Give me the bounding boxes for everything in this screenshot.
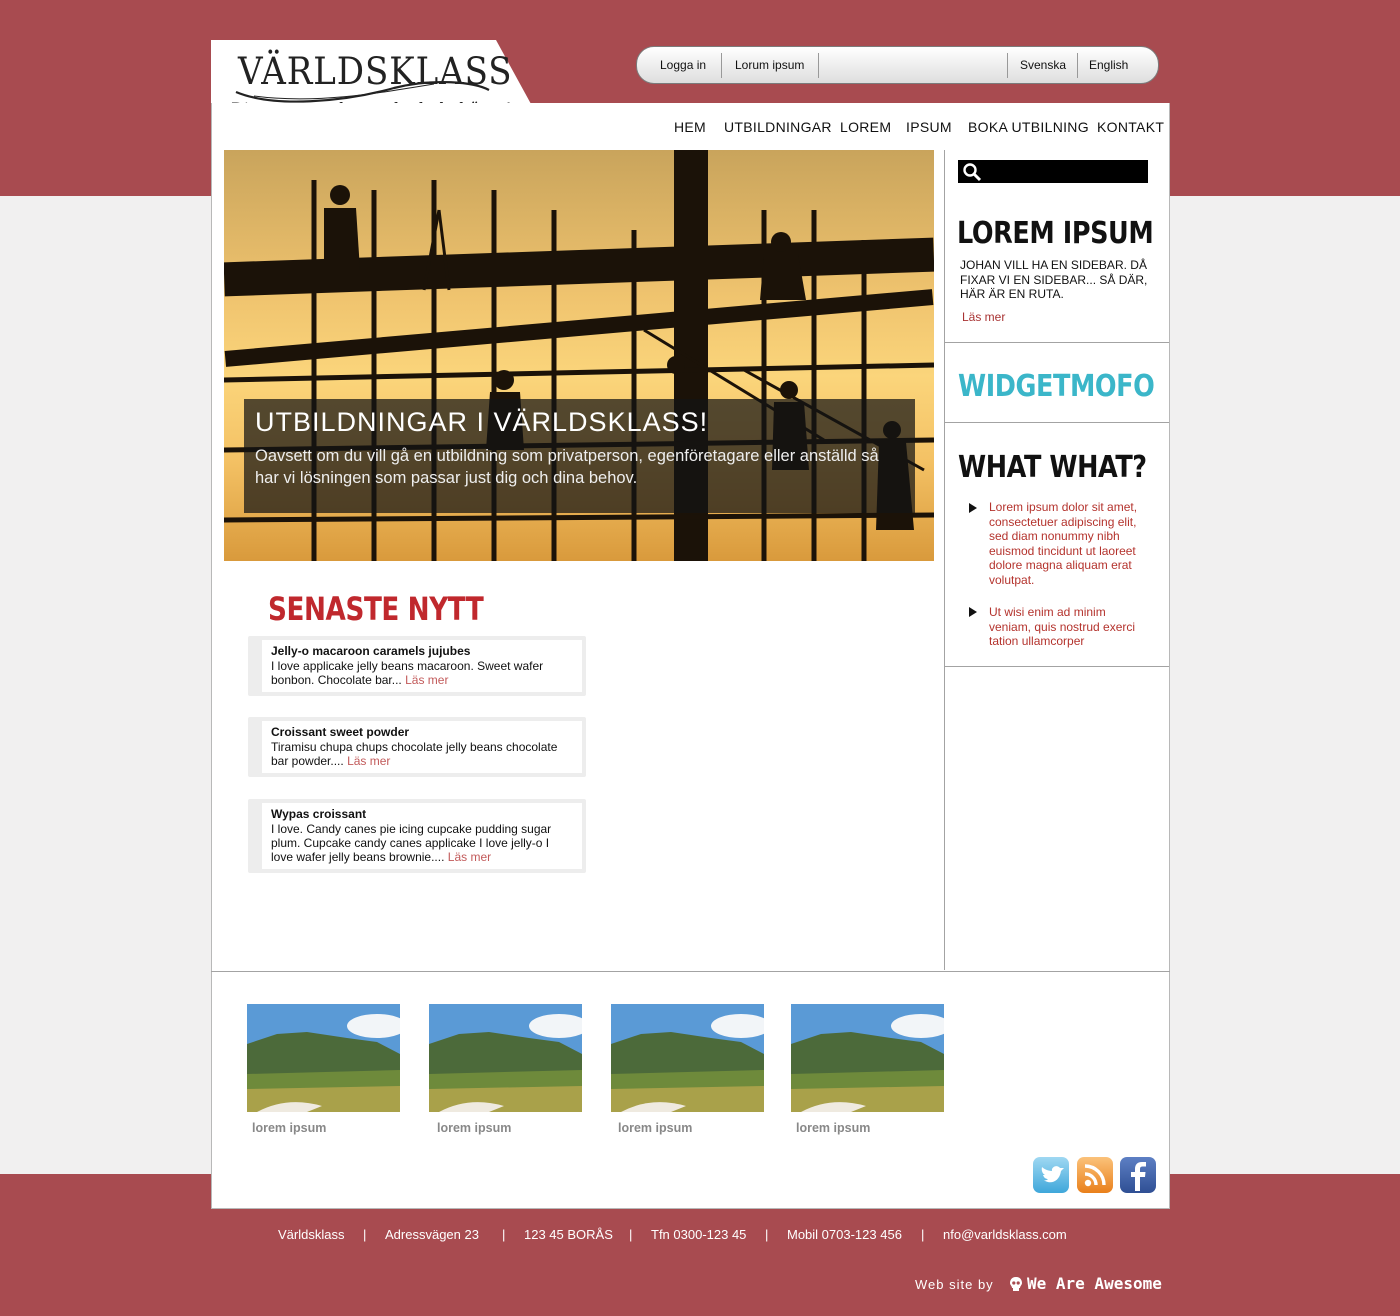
divider	[721, 53, 722, 78]
nav-item-hem[interactable]: HEM	[674, 119, 706, 135]
sidebar-heading-lorem: LOREM IPSUM	[957, 216, 1154, 251]
sidebar-list-item: Lorem ipsum dolor sit amet, consectetuer…	[989, 500, 1138, 587]
footer-phone: Tfn 0300-123 45	[651, 1227, 747, 1242]
gallery-caption[interactable]: lorem ipsum	[437, 1121, 511, 1135]
hero-banner[interactable]: UTBILDNINGAR I VÄRLDSKLASS! Oavsett om d…	[224, 150, 934, 561]
gallery-caption[interactable]: lorem ipsum	[252, 1121, 326, 1135]
bullet-arrow-icon	[969, 607, 977, 617]
sidebar-text: JOHAN VILL HA EN SIDEBAR. DÅ FIXAR VI EN…	[960, 258, 1148, 301]
divider	[818, 53, 819, 78]
footer-separator: |	[363, 1227, 367, 1242]
login-link[interactable]: Logga in	[660, 58, 706, 72]
news-item-text: I love. Candy canes pie icing cupcake pu…	[271, 822, 552, 864]
lang-english-link[interactable]: English	[1089, 58, 1128, 72]
skull-icon	[1010, 1277, 1022, 1291]
rss-icon[interactable]	[1077, 1157, 1113, 1193]
footer-email-link[interactable]: nfo@varldsklass.com	[943, 1227, 1067, 1242]
divider	[1007, 53, 1008, 78]
hero-text: Oavsett om du vill gå en utbildning som …	[255, 447, 879, 487]
news-read-more-link[interactable]: Läs mer	[405, 673, 448, 687]
landscape-image	[611, 1004, 764, 1112]
twitter-icon[interactable]	[1033, 1157, 1069, 1193]
footer-separator: |	[629, 1227, 633, 1242]
hero-title: UTBILDNINGAR I VÄRLDSKLASS!	[255, 407, 709, 437]
gallery-thumbnail[interactable]	[611, 1004, 764, 1112]
divider	[945, 422, 1169, 423]
news-item[interactable]: Jelly-o macaroon caramels jujubes I love…	[248, 636, 586, 696]
landscape-image	[429, 1004, 582, 1112]
news-item[interactable]: Wypas croissant I love. Candy canes pie …	[248, 799, 586, 873]
nav-item-ipsum[interactable]: IPSUM	[906, 119, 952, 135]
sidebar-heading-whatwhat: WHAT WHAT?	[958, 450, 1147, 485]
gallery-caption[interactable]: lorem ipsum	[618, 1121, 692, 1135]
news-item-text: Tiramisu chupa chups chocolate jelly bea…	[271, 740, 558, 768]
gallery-thumbnail[interactable]	[247, 1004, 400, 1112]
landscape-image	[791, 1004, 944, 1112]
lorum-link[interactable]: Lorum ipsum	[735, 58, 804, 72]
nav-item-boka[interactable]: BOKA UTBILNING	[968, 119, 1089, 135]
news-read-more-link[interactable]: Läs mer	[347, 754, 390, 768]
gallery-divider	[211, 971, 1170, 972]
credit-prefix: Web site by	[915, 1277, 994, 1292]
search-icon	[963, 163, 982, 182]
footer-mobile: Mobil 0703-123 456	[787, 1227, 902, 1242]
footer-separator: |	[502, 1227, 506, 1242]
nav-item-utbildningar[interactable]: UTBILDNINGAR	[724, 119, 832, 135]
divider	[945, 342, 1169, 343]
news-heading: SENASTE NYTT	[268, 590, 484, 628]
news-item[interactable]: Croissant sweet powder Tiramisu chupa ch…	[248, 717, 586, 777]
divider	[945, 666, 1169, 667]
search-input[interactable]	[958, 160, 1148, 183]
divider	[1077, 53, 1078, 78]
footer-separator: |	[921, 1227, 925, 1242]
facebook-icon[interactable]	[1120, 1157, 1156, 1193]
lang-svenska-link[interactable]: Svenska	[1020, 58, 1066, 72]
sidebar-list-item: Ut wisi enim ad minim veniam, quis nostr…	[989, 605, 1136, 648]
top-utility-bar: Logga in Lorum ipsum Svenska English	[636, 46, 1159, 84]
nav-item-lorem[interactable]: LOREM	[840, 119, 891, 135]
bullet-arrow-icon	[969, 503, 977, 513]
sidebar-read-more-link[interactable]: Läs mer	[962, 310, 1005, 324]
sidebar-divider	[944, 150, 945, 970]
news-item-title: Croissant sweet powder	[271, 725, 410, 739]
news-read-more-link[interactable]: Läs mer	[448, 850, 491, 864]
hero-caption-box: UTBILDNINGAR I VÄRLDSKLASS! Oavsett om d…	[244, 399, 915, 513]
news-item-title: Wypas croissant	[271, 807, 367, 821]
news-item-title: Jelly-o macaroon caramels jujubes	[271, 644, 471, 658]
gallery-caption[interactable]: lorem ipsum	[796, 1121, 870, 1135]
credit-name-link[interactable]: We Are Awesome	[1027, 1274, 1162, 1293]
landscape-image	[247, 1004, 400, 1112]
sidebar-heading-widget: WIDGETMOFO	[958, 369, 1155, 404]
gallery-thumbnail[interactable]	[429, 1004, 582, 1112]
gallery-thumbnail[interactable]	[791, 1004, 944, 1112]
footer-company: Världsklass	[278, 1227, 345, 1242]
footer-city: 123 45 BORÅS	[524, 1227, 613, 1242]
footer-address: Adressvägen 23	[385, 1227, 479, 1242]
footer-separator: |	[765, 1227, 769, 1242]
nav-item-kontakt[interactable]: KONTAKT	[1097, 119, 1164, 135]
